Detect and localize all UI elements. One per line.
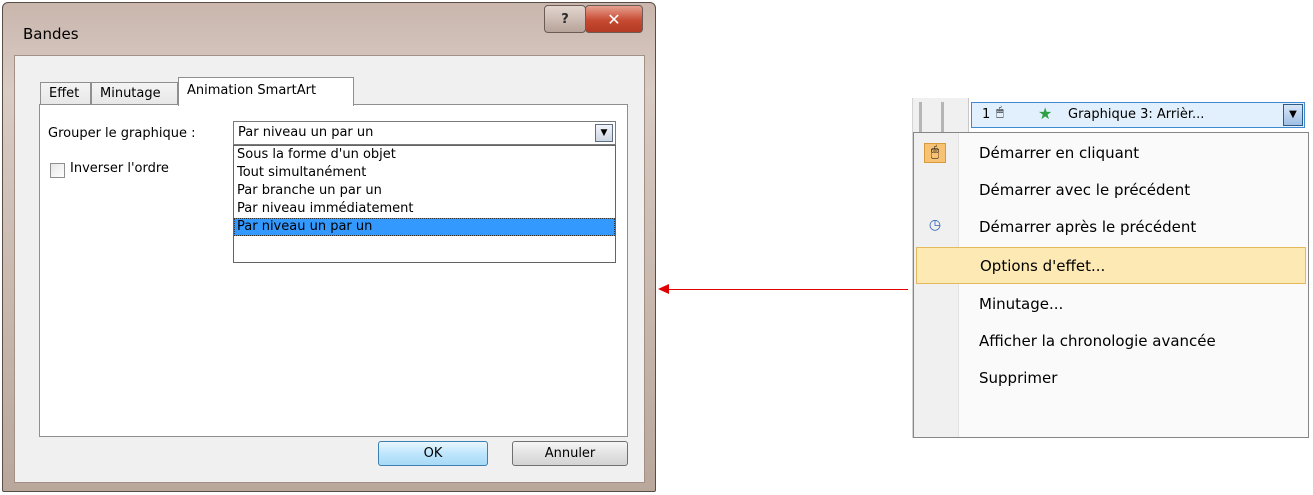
callout-arrow-line bbox=[668, 289, 908, 290]
tab-minutage[interactable]: Minutage bbox=[91, 82, 178, 106]
menu-item-timing[interactable]: Minutage... bbox=[916, 286, 1306, 323]
menu-item-label: Supprimer bbox=[979, 369, 1058, 387]
chevron-down-icon[interactable]: ▼ bbox=[1283, 104, 1303, 126]
clock-icon: ◷ bbox=[928, 217, 942, 233]
reverse-order-checkbox[interactable] bbox=[50, 163, 65, 178]
dropdown-option[interactable]: Sous la forme d'un objet bbox=[234, 146, 615, 164]
animation-order-number: 1 bbox=[982, 107, 991, 122]
mouse-icon: 🖱 bbox=[996, 105, 1004, 120]
menu-item-start-after-previous[interactable]: ◷ Démarrer après le précédent bbox=[916, 209, 1306, 246]
strip-mark bbox=[919, 102, 922, 132]
menu-item-start-with-previous[interactable]: Démarrer avec le précédent bbox=[916, 172, 1306, 209]
reverse-order-label[interactable]: Inverser l'ordre bbox=[70, 161, 169, 176]
menu-item-start-on-click[interactable]: 🖱 Démarrer en cliquant bbox=[916, 135, 1306, 172]
animation-item-label: Graphique 3: Arrièr... bbox=[1068, 107, 1205, 122]
group-graphic-combobox[interactable]: Par niveau un par un ▼ bbox=[233, 121, 616, 145]
dropdown-option[interactable]: Par niveau immédiatement bbox=[234, 200, 615, 218]
menu-item-label: Démarrer en cliquant bbox=[979, 144, 1140, 162]
menu-item-label: Afficher la chronologie avancée bbox=[979, 332, 1216, 350]
dialog-client-area: Effet Minutage Animation SmartArt Groupe… bbox=[14, 55, 645, 483]
menu-item-effect-options[interactable]: Options d'effet... bbox=[916, 247, 1306, 284]
group-graphic-label: Grouper le graphique : bbox=[48, 126, 196, 141]
menu-item-label: Démarrer après le précédent bbox=[979, 218, 1197, 236]
animation-list-item[interactable]: 1 🖱 ★ Graphique 3: Arrièr... ▼ bbox=[971, 102, 1305, 128]
tab-animation-smartart[interactable]: Animation SmartArt bbox=[178, 77, 354, 106]
dialog-title: Bandes bbox=[23, 25, 79, 43]
arrow-left-icon bbox=[658, 284, 669, 294]
chevron-down-icon[interactable]: ▼ bbox=[595, 124, 613, 142]
close-button[interactable]: ✕ bbox=[585, 5, 643, 33]
ok-button[interactable]: OK bbox=[378, 441, 488, 466]
mouse-icon: 🖱 bbox=[924, 143, 946, 163]
dropdown-option-selected[interactable]: Par niveau un par un bbox=[234, 218, 615, 236]
menu-item-label: Démarrer avec le précédent bbox=[979, 181, 1191, 199]
cancel-button[interactable]: Annuler bbox=[512, 441, 628, 466]
effect-options-dialog: Bandes ? ✕ Effet Minutage Animation Smar… bbox=[2, 2, 656, 492]
strip-mark bbox=[941, 102, 944, 132]
tab-panel: Grouper le graphique : Par niveau un par… bbox=[39, 104, 628, 437]
menu-item-label: Minutage... bbox=[979, 295, 1064, 313]
menu-item-show-advanced-timeline[interactable]: Afficher la chronologie avancée bbox=[916, 323, 1306, 360]
star-icon: ★ bbox=[1038, 104, 1053, 123]
menu-item-delete[interactable]: Supprimer bbox=[916, 360, 1306, 397]
menu-item-label: Options d'effet... bbox=[980, 257, 1106, 275]
combo-value: Par niveau un par un bbox=[238, 125, 374, 140]
dropdown-option[interactable]: Tout simultanément bbox=[234, 164, 615, 182]
group-graphic-dropdown-list: Sous la forme d'un objet Tout simultaném… bbox=[233, 145, 616, 263]
custom-animation-pane: 1 🖱 ★ Graphique 3: Arrièr... ▼ 🖱 Démarre… bbox=[912, 98, 1313, 438]
dropdown-option[interactable]: Par branche un par un bbox=[234, 182, 615, 200]
help-button[interactable]: ? bbox=[544, 5, 586, 33]
tab-effet[interactable]: Effet bbox=[40, 82, 91, 106]
animation-context-menu: 🖱 Démarrer en cliquant Démarrer avec le … bbox=[913, 132, 1309, 438]
